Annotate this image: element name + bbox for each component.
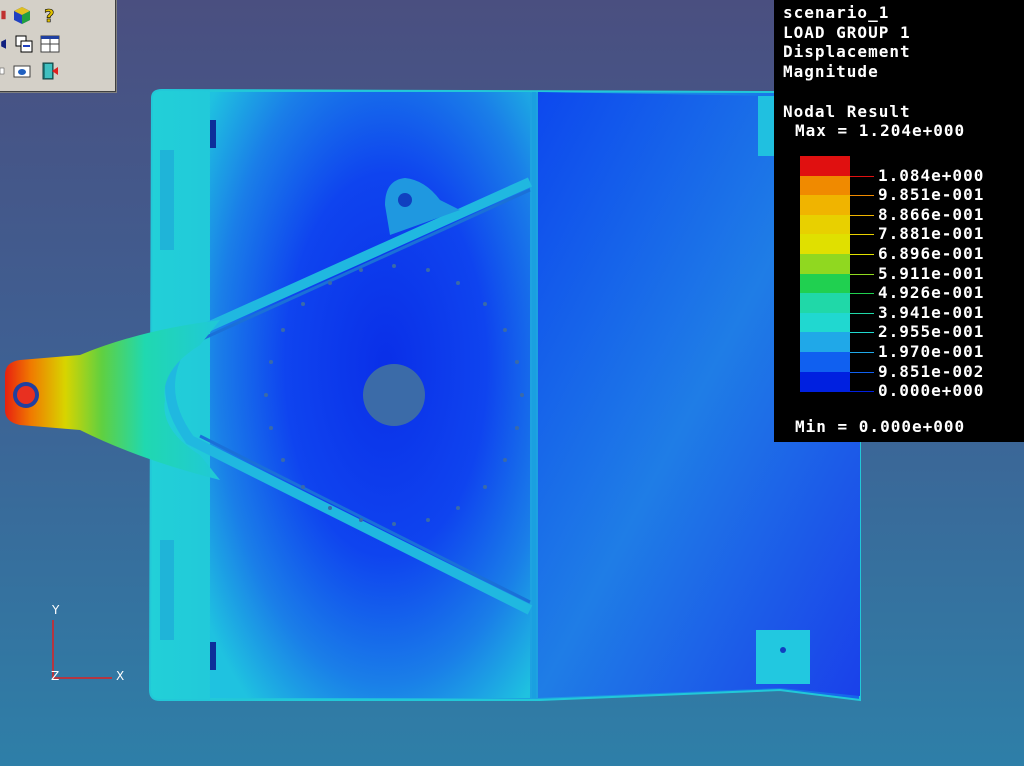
legend-swatch bbox=[800, 175, 850, 196]
legend-swatch bbox=[800, 293, 850, 314]
grid-layout-icon[interactable] bbox=[38, 33, 62, 55]
legend-load-group: LOAD GROUP 1 bbox=[783, 23, 911, 42]
legend-value: 1.970e-001 bbox=[878, 342, 985, 361]
legend-max: Max = 1.204e+000 bbox=[795, 121, 966, 140]
exit-icon[interactable] bbox=[38, 60, 62, 82]
legend-tick bbox=[850, 312, 874, 314]
legend-value: 7.881e-001 bbox=[878, 224, 985, 244]
legend-value: 8.866e-001 bbox=[878, 204, 985, 224]
legend-result-type: Nodal Result bbox=[783, 102, 911, 121]
legend-tick bbox=[850, 352, 874, 353]
legend-tick bbox=[850, 391, 874, 393]
legend-scenario: scenario_1 bbox=[783, 3, 890, 22]
copy-window-icon[interactable] bbox=[12, 33, 36, 55]
legend-swatch bbox=[800, 214, 850, 235]
legend-value: 6.896e-001 bbox=[878, 244, 985, 263]
legend-tick bbox=[850, 254, 874, 255]
legend-value: 0.000e+000 bbox=[878, 381, 985, 401]
center-hole bbox=[363, 364, 425, 426]
legend-value: 5.911e-001 bbox=[878, 263, 985, 283]
axis-z-label: Z bbox=[51, 669, 60, 683]
legend-value: 9.851e-002 bbox=[878, 361, 985, 381]
legend-component: Magnitude bbox=[783, 62, 879, 81]
legend-value: 9.851e-001 bbox=[878, 185, 985, 205]
result-legend: scenario_1 LOAD GROUP 1 Displacement Mag… bbox=[774, 0, 1024, 442]
legend-swatch bbox=[800, 234, 850, 255]
legend-result-name: Displacement bbox=[783, 42, 911, 61]
axis-x-label: X bbox=[116, 669, 125, 683]
legend-tick bbox=[850, 371, 874, 373]
axis-triad: Y Z X bbox=[40, 600, 140, 690]
svg-text:?: ? bbox=[44, 6, 54, 25]
legend-swatch bbox=[800, 273, 850, 294]
toolbar: ? bbox=[0, 0, 117, 93]
legend-swatch bbox=[800, 352, 850, 373]
legend-swatch bbox=[800, 195, 850, 216]
legend-tick bbox=[850, 214, 874, 216]
legend-value: 2.955e-001 bbox=[878, 322, 985, 342]
view-cube-icon[interactable] bbox=[10, 4, 34, 26]
legend-min: Min = 0.000e+000 bbox=[795, 417, 966, 436]
print-icon[interactable] bbox=[0, 60, 10, 82]
render-icon[interactable] bbox=[10, 60, 34, 82]
shaded-view-icon[interactable] bbox=[0, 33, 12, 55]
legend-tick bbox=[850, 273, 874, 275]
legend-swatch bbox=[800, 156, 850, 177]
legend-swatch bbox=[800, 332, 850, 353]
legend-value: 4.926e-001 bbox=[878, 283, 985, 303]
legend-tick bbox=[850, 332, 874, 334]
legend-tick bbox=[850, 175, 874, 177]
legend-tick bbox=[850, 234, 874, 236]
legend-value: 3.941e-001 bbox=[878, 302, 985, 322]
legend-swatch bbox=[800, 371, 850, 392]
legend-swatch bbox=[800, 312, 850, 333]
help-icon[interactable]: ? bbox=[38, 4, 62, 26]
legend-swatch bbox=[800, 254, 850, 275]
legend-value: 1.084e+000 bbox=[878, 165, 985, 185]
legend-tick bbox=[850, 195, 874, 197]
legend-tick bbox=[850, 293, 874, 295]
axis-y-label: Y bbox=[52, 603, 60, 617]
